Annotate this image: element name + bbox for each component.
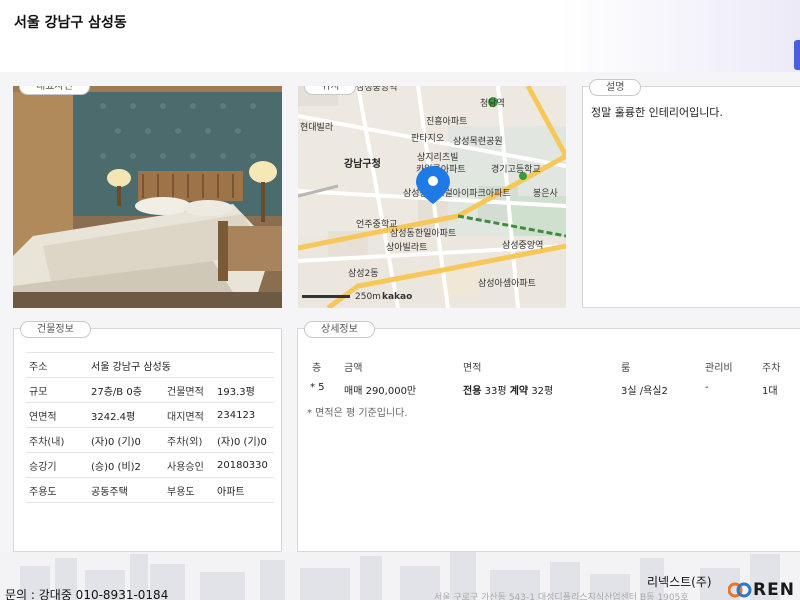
table-row: 승강기 (승)0 (비)2 사용승인 20180330 <box>26 452 274 478</box>
area-excl-value: 33평 <box>484 386 507 397</box>
map-place: 판타지오 <box>411 133 444 144</box>
map-place: 진흥아파트 <box>426 115 467 127</box>
location-map[interactable]: 삼성중앙역 청담역 진흥아파트 현대빌라 판타지오 삼성목련공원 강남구청 상지… <box>298 86 566 308</box>
map-place: 삼성중앙역 <box>502 239 543 251</box>
company-logo-text: REN <box>753 580 795 600</box>
header-bar: 서울 강남구 삼성동 <box>0 0 800 72</box>
building-key: 대지면적 <box>164 402 214 428</box>
building-key: 승강기 <box>26 452 88 478</box>
photo-panel: 대표사진 <box>13 86 282 308</box>
building-value: (자)0 (기)0 <box>88 427 164 453</box>
description-panel: 설명 정말 훌륭한 인테리어입니다. <box>582 79 800 308</box>
map-place: 상지리츠빌 <box>417 152 458 163</box>
col-header-floor: 층 <box>312 363 322 374</box>
map-place: 삼성동한일아파트 <box>390 228 456 239</box>
area-note: * 면적은 평 기준입니다. <box>307 408 408 419</box>
table-row: 규모 27층/B 0층 건물면적 193.3평 <box>26 377 274 403</box>
table-row: 주용도 공동주택 부용도 아파트 <box>26 477 274 503</box>
col-header-parking: 주차 <box>762 363 781 374</box>
col-header-rooms: 룸 <box>621 363 631 374</box>
building-value: 3242.4평 <box>88 402 164 428</box>
building-value: 공동주택 <box>88 477 164 503</box>
building-value: 서울 강남구 삼성동 <box>88 352 274 378</box>
building-key: 주소 <box>26 352 88 378</box>
map-brand-label: kakao <box>382 292 412 302</box>
building-value: 234123 <box>214 402 274 428</box>
col-header-area: 면적 <box>463 363 482 374</box>
table-row: 연면적 3242.4평 대지면적 234123 <box>26 402 274 428</box>
building-key: 사용승인 <box>164 452 214 478</box>
map-place: 삼성2동 <box>348 268 379 279</box>
building-key: 건물면적 <box>164 377 214 403</box>
description-text: 정말 훌륭한 인테리어입니다. <box>591 106 723 119</box>
building-key: 주차(외) <box>164 427 214 453</box>
col-header-fee: 관리비 <box>705 363 733 374</box>
cell-fee: - <box>705 382 709 393</box>
building-value: 20180330 <box>214 452 274 478</box>
company-logo-icon <box>728 582 752 598</box>
cell-price: 매매 290,000만 <box>344 386 417 397</box>
map-place: 봉은사 <box>533 188 559 199</box>
building-info-table: 주소 서울 강남구 삼성동 규모 27층/B 0층 건물면적 193.3평 연면… <box>26 352 274 503</box>
table-row: 주차(내) (자)0 (기)0 주차(외) (자)0 (기)0 <box>26 427 274 453</box>
map-place: 삼성아셈아파트 <box>478 278 536 289</box>
building-info-panel: 건물정보 주소 서울 강남구 삼성동 규모 27층/B 0층 건물면적 193.… <box>13 321 282 552</box>
map-place: 현대빌라 <box>300 122 334 133</box>
building-key: 부용도 <box>164 477 214 503</box>
area-contract-label: 계약 <box>509 386 529 397</box>
company-name: 리넥스트(주) <box>647 575 712 589</box>
map-place: 삼성목련공원 <box>453 136 503 147</box>
map-panel[interactable]: 삼성중앙역 청담역 진흥아파트 현대빌라 판타지오 삼성목련공원 강남구청 상지… <box>298 86 566 308</box>
detail-panel: 상세정보 층 금액 면적 룸 관리비 주차 * 5 매매 290,000만 전용… <box>297 321 800 552</box>
cell-area: 전용 33평 계약 32평 <box>463 382 553 397</box>
contact-text: 문의 : 강대중 010-8931-0184 <box>5 588 169 600</box>
building-value: 27층/B 0층 <box>88 377 164 403</box>
building-value: 193.3평 <box>214 377 274 403</box>
building-key: 주용도 <box>26 477 88 503</box>
building-key: 주차(내) <box>26 427 88 453</box>
map-place: 삼성중앙역 <box>356 86 397 93</box>
building-value: (자)0 (기)0 <box>214 427 274 453</box>
col-header-price: 금액 <box>344 363 363 374</box>
room-photo <box>13 86 282 308</box>
cell-rooms: 3실 /욕실2 <box>621 386 668 397</box>
cell-floor: * 5 <box>310 382 325 393</box>
area-excl-label: 전용 <box>463 386 482 397</box>
panel-label-description: 설명 <box>589 79 642 96</box>
panel-label-detail: 상세정보 <box>304 321 375 338</box>
table-row: 주소 서울 강남구 삼성동 <box>26 352 274 378</box>
building-key: 규모 <box>26 377 88 403</box>
area-contract-value: 32평 <box>531 386 554 397</box>
map-place: 강남구청 <box>344 157 381 170</box>
side-tab-button[interactable] <box>794 40 800 70</box>
building-key: 연면적 <box>26 402 88 428</box>
map-scale-label: 250m <box>355 292 381 302</box>
map-place: 상아빌라트 <box>386 242 427 253</box>
page-title: 서울 강남구 삼성동 <box>14 15 127 31</box>
building-value: 아파트 <box>214 477 274 503</box>
panel-label-building: 건물정보 <box>20 321 91 338</box>
building-value: (승)0 (비)2 <box>88 452 164 478</box>
cell-parking: 1대 <box>762 386 778 397</box>
panel-label-map: 위치 <box>304 86 357 95</box>
company-address: 서울 구로구 가산동 543-1 대성디폴리스지식산업센터 B동 1905호 <box>434 593 689 600</box>
map-place: 청담역 <box>480 97 505 109</box>
panel-label-photo: 대표사진 <box>19 86 90 95</box>
map-place: 경기고등학교 <box>491 163 541 175</box>
